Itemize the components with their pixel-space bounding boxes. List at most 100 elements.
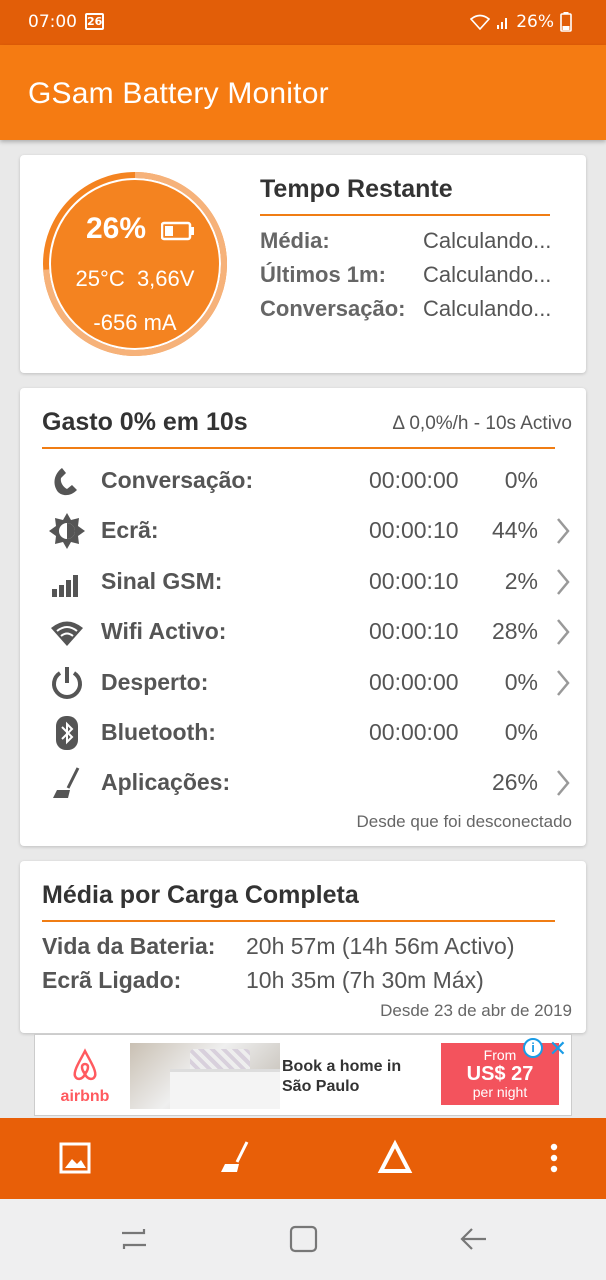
battery-current: -656 mA (93, 310, 177, 335)
ad-price-unit: per night (472, 1084, 528, 1100)
full-charge-value: 20h 57m (14h 56m Activo) (246, 933, 515, 959)
battery-gauge: 26% 25°C 3,66V -656 mA (42, 171, 228, 357)
bluetooth-icon (56, 716, 78, 750)
battery-temperature: 25°C (75, 266, 125, 291)
usage-row-name: Aplicações: (101, 769, 231, 795)
ad-info-icon[interactable]: i (523, 1038, 543, 1058)
time-remaining-label: Últimos 1m: (260, 262, 386, 287)
home-icon[interactable] (286, 1221, 322, 1257)
usage-row-name: Desperto: (101, 669, 209, 695)
full-charge-card: Média por Carga Completa Vida da Bateria… (20, 861, 586, 1033)
ad-text-line1: Book a home in (282, 1058, 402, 1075)
usage-row-time: 00:00:10 (369, 618, 459, 644)
temp-voltage: 25°C 3,66V (51, 266, 219, 292)
battery-voltage: 3,66V (136, 266, 195, 291)
full-charge-value: 10h 35m (7h 30m Máx) (246, 967, 484, 993)
full-charge-footer: Desde 23 de abr de 2019 (380, 1001, 572, 1020)
ad-photo (130, 1043, 280, 1109)
time-remaining-row: Últimos 1m: Calculando... (260, 262, 551, 288)
app-title: GSam Battery Monitor (28, 77, 329, 110)
usage-row-gsm[interactable]: Sinal GSM: 00:00:10 2% (20, 560, 586, 604)
cell-signal-icon (497, 18, 508, 29)
time-remaining-label: Conversação: (260, 296, 406, 321)
chevron-right-icon (557, 770, 570, 796)
usage-delta: Δ 0,0%/h - 10s Activo (392, 413, 572, 434)
image-icon[interactable] (56, 1138, 96, 1178)
usage-row-apps[interactable]: Aplicações: 26% (20, 761, 586, 805)
full-charge-row: Ecrã Ligado: 10h 35m (7h 30m Máx) (42, 967, 484, 994)
full-charge-label: Vida da Bateria: (42, 933, 216, 959)
airbnb-brand: airbnb (60, 1088, 110, 1105)
usage-row-wifi[interactable]: Wifi Activo: 00:00:10 28% (20, 610, 586, 654)
apps-broom-icon[interactable] (215, 1138, 255, 1178)
usage-row-percent: 0% (504, 669, 538, 695)
back-icon[interactable] (456, 1221, 492, 1257)
airbnb-logo-icon (73, 1048, 97, 1081)
status-time: 07:00 (28, 12, 77, 32)
usage-row-percent: 44% (491, 517, 538, 543)
airbnb-logo: airbnb (55, 1047, 115, 1106)
time-remaining-value: Calculando... (423, 296, 552, 321)
ad-text-line2: São Paulo (282, 1078, 360, 1095)
battery-summary-card: 26% 25°C 3,66V -656 mA Tempo Restante Mé… (20, 155, 586, 373)
battery-status-icon (560, 12, 572, 32)
usage-row-percent: 28% (491, 618, 538, 644)
power-icon (52, 667, 82, 699)
system-nav-bar (0, 1199, 606, 1280)
time-remaining-title: Tempo Restante (260, 175, 453, 203)
chevron-right-icon (557, 619, 570, 645)
recent-apps-icon[interactable] (116, 1221, 152, 1257)
chevron-right-icon (557, 518, 570, 544)
full-charge-label: Ecrã Ligado: (42, 967, 182, 993)
usage-footer: Desde que foi desconectado (356, 812, 573, 831)
bottom-toolbar (0, 1118, 606, 1199)
usage-row-time: 00:00:10 (369, 568, 459, 594)
usage-row-percent: 26% (491, 769, 538, 795)
usage-row-percent: 2% (504, 568, 538, 594)
battery-icon (161, 221, 194, 241)
usage-row-awake[interactable]: Desperto: 00:00:00 0% (20, 661, 586, 705)
usage-title: Gasto 0% em 10s (42, 408, 248, 436)
wifi-icon (51, 621, 83, 646)
ad-text: Book a home in São Paulo (282, 1057, 401, 1097)
time-remaining-label: Média: (260, 228, 330, 253)
calendar-badge-icon: 26 (85, 13, 104, 30)
usage-row-conversation[interactable]: Conversação: 00:00:00 0% (20, 459, 586, 503)
ad-photo-bed (170, 1069, 280, 1109)
time-remaining-row: Média: Calculando... (260, 228, 551, 254)
usage-row-time: 00:00:00 (369, 467, 459, 493)
usage-row-bluetooth[interactable]: Bluetooth: 00:00:00 0% (20, 711, 586, 755)
battery-gauge-disc: 26% 25°C 3,66V -656 mA (51, 180, 219, 348)
time-remaining-row: Conversação: Calculando... (260, 296, 551, 322)
usage-row-screen[interactable]: Ecrã: 00:00:10 44% (20, 509, 586, 553)
usage-row-time: 00:00:10 (369, 517, 459, 543)
usage-row-name: Ecrã: (101, 517, 159, 543)
usage-row-percent: 0% (504, 719, 538, 745)
chevron-right-icon (557, 670, 570, 696)
usage-row-percent: 0% (504, 467, 538, 493)
ad-close-icon[interactable]: ✕ (549, 1036, 567, 1062)
divider (260, 214, 550, 216)
chevron-right-icon (557, 569, 570, 595)
divider (42, 920, 555, 922)
ad-price-amount: US$ 27 (466, 1063, 534, 1085)
signal-icon (52, 575, 78, 597)
phone-icon (54, 468, 77, 496)
divider (42, 447, 555, 449)
usage-row-time: 00:00:00 (369, 669, 459, 695)
usage-row-name: Wifi Activo: (101, 618, 227, 644)
usage-row-name: Conversação: (101, 467, 254, 493)
usage-card: Gasto 0% em 10s Δ 0,0%/h - 10s Activo Co… (20, 388, 586, 846)
time-remaining-value: Calculando... (423, 228, 552, 253)
usage-row-time: 00:00:00 (369, 719, 459, 745)
full-charge-row: Vida da Bateria: 20h 57m (14h 56m Activo… (42, 933, 514, 960)
more-vert-icon[interactable] (534, 1138, 574, 1178)
apps-broom-icon (53, 767, 80, 798)
full-charge-title: Média por Carga Completa (42, 881, 359, 909)
wifi-status-icon (470, 14, 491, 30)
usage-row-name: Sinal GSM: (101, 568, 223, 594)
ad-banner[interactable]: airbnb Book a home in São Paulo From US$… (34, 1034, 572, 1116)
time-remaining-value: Calculando... (423, 262, 552, 287)
screen-brightness-icon (49, 513, 85, 549)
delta-icon[interactable] (375, 1138, 415, 1178)
